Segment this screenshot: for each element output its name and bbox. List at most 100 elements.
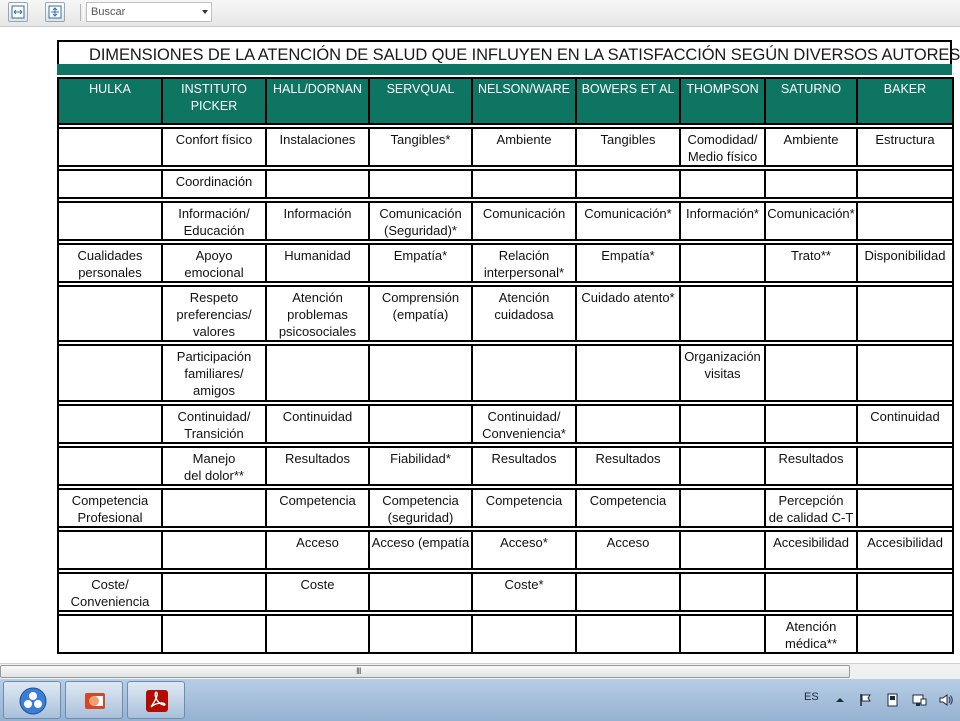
- cell-text: [60, 172, 160, 173]
- cell-text: [164, 575, 264, 576]
- cell-text: [859, 617, 951, 618]
- table-cell: Información*: [679, 201, 766, 241]
- table-cell: Humanidad: [265, 243, 370, 283]
- cell-text: Comprensión (empatía): [381, 290, 460, 322]
- taskbar-acrobat[interactable]: [127, 681, 185, 719]
- table-cell: [856, 614, 954, 654]
- table-cell: Acceso (empatía: [368, 530, 473, 570]
- search-input[interactable]: Buscar: [91, 6, 125, 18]
- table-cell: Comunicación (Seguridad)*: [368, 201, 473, 241]
- cell-text: [474, 172, 574, 173]
- scrollbar-thumb[interactable]: [0, 665, 850, 678]
- cell-text: [682, 288, 763, 289]
- cell-text: [682, 575, 763, 576]
- cell-text: Fiabilidad*: [390, 451, 451, 466]
- table-cell: Tangibles*: [368, 127, 473, 167]
- cell-text: Acceso (empatía: [371, 535, 470, 550]
- fit-width-button[interactable]: [8, 2, 28, 22]
- table-cell: [471, 344, 577, 402]
- table-cell: Cualidades personales: [57, 243, 163, 283]
- column-header: SERVQUAL: [368, 77, 473, 125]
- table-cell: [57, 446, 163, 486]
- table-cell: [764, 344, 858, 402]
- table-cell: Atención médica**: [764, 614, 858, 654]
- table-cell: [764, 169, 858, 199]
- column-header-label: SATURNO: [780, 82, 842, 96]
- table-row: Atención médica**: [57, 614, 954, 654]
- fit-page-button[interactable]: [45, 2, 65, 22]
- table-cell: Estructura: [856, 127, 954, 167]
- cell-text: Competencia: [485, 493, 563, 508]
- cell-text: Resultados: [284, 451, 351, 466]
- table-cell: [679, 169, 766, 199]
- cell-text: Competencia: [279, 493, 356, 508]
- cell-text: Cuidado atento*: [581, 290, 675, 305]
- cell-text: Confort físico: [175, 132, 253, 147]
- table-row: Confort físico Instalaciones Tangibles* Amb…: [57, 127, 954, 167]
- taskbar-app-launcher[interactable]: [3, 681, 61, 719]
- table-cell: Comunicación*: [764, 201, 858, 241]
- table-cell: Resultados: [764, 446, 858, 486]
- device-icon[interactable]: [885, 692, 901, 708]
- table-cell: Continuidad: [856, 404, 954, 444]
- cell-text: Atención cuidadosa: [494, 290, 554, 322]
- cell-text: [60, 347, 160, 348]
- fit-width-icon: [11, 5, 25, 19]
- table-cell: Atención cuidadosa: [471, 285, 577, 342]
- cell-text: Acceso*: [500, 535, 548, 550]
- horizontal-scrollbar[interactable]: III: [0, 663, 960, 679]
- cell-text: [60, 617, 160, 618]
- cell-text: Respeto preferencias/ valores: [176, 290, 252, 339]
- cell-text: Continuidad/ Conveniencia*: [482, 409, 566, 441]
- viewer-toolbar: Buscar: [0, 0, 960, 27]
- table-cell: [265, 169, 370, 199]
- cell-text: Información: [283, 206, 352, 221]
- table-cell: [57, 614, 163, 654]
- table-cell: [856, 285, 954, 342]
- table-cell: Respeto preferencias/ valores: [161, 285, 267, 342]
- table-header-row: HULKA INSTITUTO PICKER HALL/DORNAN SERVQUAL…: [57, 77, 954, 125]
- column-header: INSTITUTO PICKER: [161, 77, 267, 125]
- table-row: Manejo del dolor** Resultados Fiabilidad* R…: [57, 446, 954, 486]
- table-cell: Percepción de calidad C-T: [764, 488, 858, 528]
- table-title: DIMENSIONES DE LA ATENCIÓN DE SALUD QUE …: [89, 46, 960, 64]
- cell-text: [268, 172, 367, 173]
- taskbar-powerpoint[interactable]: [65, 681, 123, 719]
- cell-text: Continuidad: [870, 409, 940, 424]
- table-cell: Empatía*: [575, 243, 681, 283]
- table-row: Acceso Acceso (empatía Acceso* Acceso Accesi…: [57, 530, 954, 570]
- table-row: Respeto preferencias/ valores Atención pr…: [57, 285, 954, 342]
- search-dropdown-icon[interactable]: [202, 10, 208, 14]
- table-cell: Resultados: [575, 446, 681, 486]
- cell-text: [60, 204, 160, 205]
- search-box[interactable]: Buscar: [86, 2, 212, 22]
- table-cell: [679, 285, 766, 342]
- cell-text: [268, 347, 367, 348]
- table-cell: Atención problemas psicosociales: [265, 285, 370, 342]
- cell-text: Resultados: [595, 451, 661, 466]
- table-cell: [856, 446, 954, 486]
- cell-text: [682, 617, 763, 618]
- cell-text: Tangibles*: [390, 132, 451, 147]
- volume-icon[interactable]: [938, 692, 954, 708]
- column-header-label: INSTITUTO PICKER: [181, 82, 247, 113]
- language-indicator[interactable]: ES: [804, 691, 819, 703]
- cell-text: [60, 533, 160, 534]
- table-cell: [57, 169, 163, 199]
- column-header: NELSON/WARE: [471, 77, 577, 125]
- cell-text: Disponibilidad: [864, 248, 946, 263]
- table-cell: [57, 344, 163, 402]
- cell-text: [859, 172, 951, 173]
- cell-text: [682, 449, 763, 450]
- table-cell: [856, 488, 954, 528]
- flag-icon[interactable]: [858, 692, 874, 708]
- cell-text: Atención problemas psicosociales: [278, 290, 357, 339]
- table-cell: Tangibles: [575, 127, 681, 167]
- table-cell: Competencia: [471, 488, 577, 528]
- cell-text: [474, 347, 574, 348]
- table-cell: [471, 169, 577, 199]
- network-icon[interactable]: [911, 692, 927, 708]
- cell-text: Participación familiares/ amigos: [176, 349, 252, 398]
- cell-text: [268, 617, 367, 618]
- show-hidden-icons-arrow[interactable]: [832, 692, 848, 708]
